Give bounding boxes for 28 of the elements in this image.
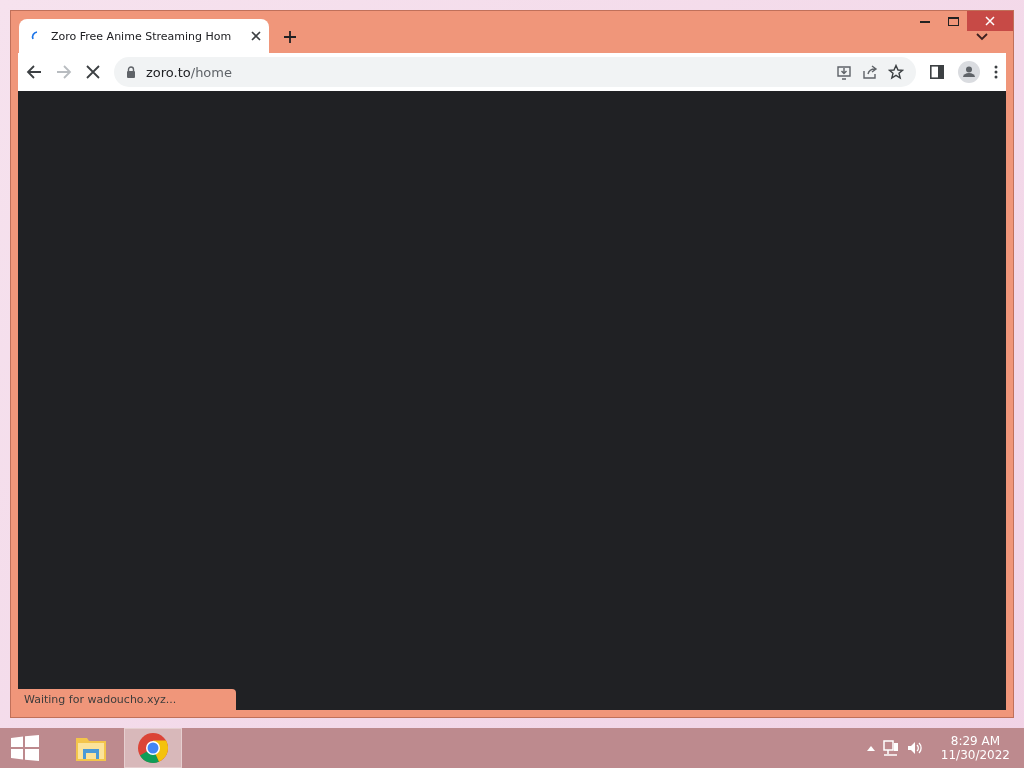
close-tab-icon[interactable]: [251, 31, 261, 41]
url-text: zoro.to/home: [146, 64, 233, 80]
speaker-icon[interactable]: [906, 740, 923, 756]
network-icon[interactable]: [882, 740, 899, 756]
windows-logo-icon: [11, 735, 39, 761]
stop-icon[interactable]: [86, 65, 100, 79]
back-icon[interactable]: [26, 64, 42, 80]
star-icon[interactable]: [888, 64, 904, 80]
close-icon: [985, 16, 995, 26]
profile-avatar-icon[interactable]: [958, 61, 980, 83]
clock-date: 11/30/2022: [940, 748, 1010, 762]
side-panel-icon[interactable]: [930, 65, 944, 79]
menu-icon[interactable]: [994, 65, 998, 79]
lock-icon: [126, 66, 136, 78]
maximize-icon: [947, 16, 959, 26]
status-bubble: Waiting for wadoucho.xyz...: [18, 689, 237, 710]
install-app-icon[interactable]: [836, 64, 852, 80]
minimize-icon: [920, 19, 930, 23]
show-hidden-icons-icon[interactable]: [866, 745, 875, 751]
browser-taskbar-button[interactable]: [124, 728, 182, 768]
browser-logo-icon: [137, 732, 169, 764]
address-bar[interactable]: zoro.to/home: [114, 57, 916, 87]
new-tab-icon[interactable]: [283, 30, 297, 44]
browser-tab[interactable]: Zoro Free Anime Streaming Hom: [19, 19, 269, 53]
tab-title: Zoro Free Anime Streaming Hom: [51, 29, 233, 43]
share-icon[interactable]: [862, 64, 878, 80]
clock-time: 8:29 AM: [950, 734, 1001, 748]
tab-search-caret-icon[interactable]: [976, 33, 988, 41]
